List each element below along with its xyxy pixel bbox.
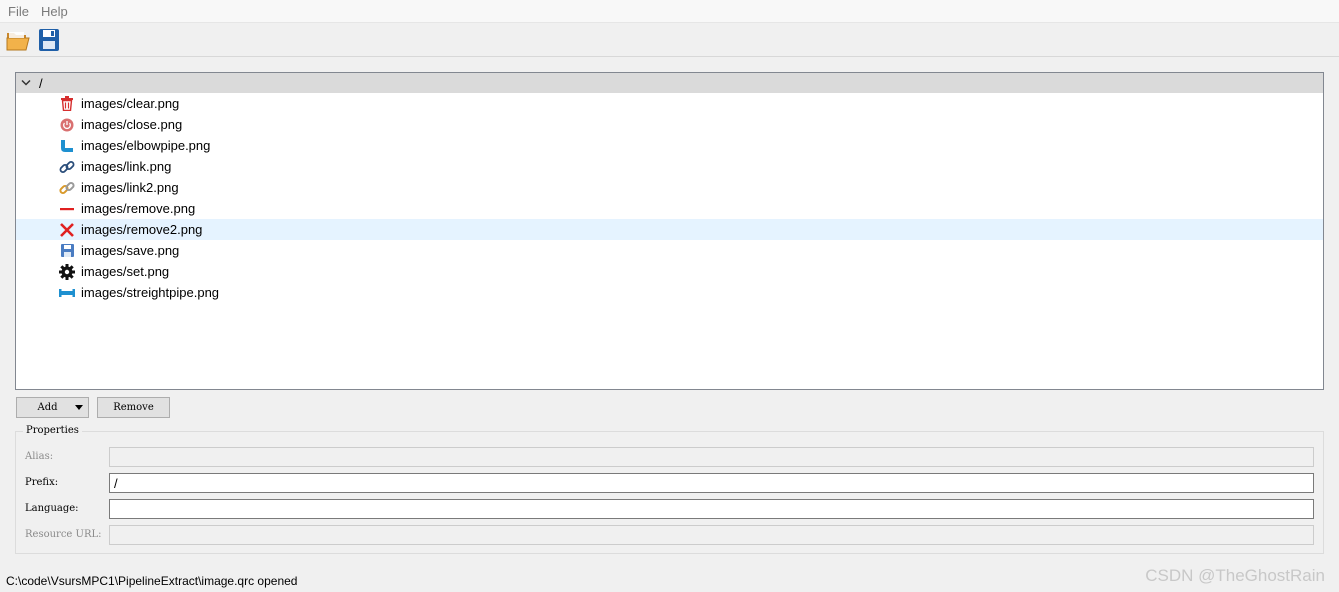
properties-title: Properties	[23, 425, 82, 436]
add-button[interactable]: Add	[16, 397, 89, 418]
remove-button-label: Remove	[113, 402, 154, 413]
watermark: CSDN @TheGhostRain	[1145, 566, 1325, 585]
tree-item-clear[interactable]: images/clear.png	[16, 93, 1323, 114]
open-folder-icon	[6, 32, 30, 51]
trash-icon	[59, 96, 75, 112]
resource-url-field	[109, 525, 1314, 545]
tree-item-label: images/close.png	[81, 117, 183, 132]
link2-icon	[59, 180, 75, 196]
open-button[interactable]	[4, 26, 32, 54]
tree-root[interactable]: /	[16, 73, 1323, 93]
minus-icon	[59, 201, 75, 217]
tree-item-streightpipe[interactable]: images/streightpipe.png	[16, 282, 1323, 303]
language-row: Language:	[16, 499, 1323, 521]
resource-tree[interactable]: / images/clear.png images/close.png imag…	[15, 72, 1324, 390]
elbow-pipe-icon	[59, 138, 75, 154]
tree-item-label: images/remove.png	[81, 201, 196, 216]
gear-icon	[59, 263, 75, 280]
tree-item-link[interactable]: images/link.png	[16, 156, 1323, 177]
dropdown-arrow-icon[interactable]	[75, 405, 83, 410]
tree-item-label: images/clear.png	[81, 96, 180, 111]
status-text: C:\code\VsursMPC1\PipelineExtract\image.…	[6, 574, 298, 588]
prefix-label: Prefix:	[25, 477, 59, 488]
chevron-down-icon[interactable]	[16, 73, 36, 93]
tree-item-label: images/save.png	[81, 243, 180, 258]
prefix-field[interactable]: /	[109, 473, 1314, 493]
toolbar	[0, 24, 1339, 57]
tree-item-label: images/link.png	[81, 159, 172, 174]
tree-item-label: images/link2.png	[81, 180, 179, 195]
menu-file[interactable]: File	[4, 4, 37, 19]
alias-field	[109, 447, 1314, 467]
tree-item-save[interactable]: images/save.png	[16, 240, 1323, 261]
prefix-row: Prefix: /	[16, 473, 1323, 495]
tree-item-label: images/elbowpipe.png	[81, 138, 211, 153]
language-label: Language:	[25, 503, 79, 514]
save-icon	[39, 29, 59, 51]
tree-item-link2[interactable]: images/link2.png	[16, 177, 1323, 198]
resource-url-row: Resource URL:	[16, 525, 1323, 547]
save-button[interactable]	[35, 26, 63, 54]
tree-item-label: images/set.png	[81, 264, 170, 279]
tree-item-elbowpipe[interactable]: images/elbowpipe.png	[16, 135, 1323, 156]
straight-pipe-icon	[59, 285, 75, 301]
resource-url-label: Resource URL:	[25, 529, 102, 540]
save-icon	[59, 243, 75, 259]
alias-label: Alias:	[25, 451, 54, 462]
tree-item-close[interactable]: images/close.png	[16, 114, 1323, 135]
tree-item-remove2[interactable]: images/remove2.png	[16, 219, 1323, 240]
power-icon	[59, 117, 75, 133]
menubar: File Help	[0, 0, 1339, 23]
x-icon	[59, 222, 75, 238]
tree-item-label: images/streightpipe.png	[81, 285, 220, 300]
menu-help[interactable]: Help	[37, 4, 76, 19]
add-button-label: Add	[37, 402, 58, 413]
tree-item-label: images/remove2.png	[81, 222, 203, 237]
link-icon	[59, 159, 75, 175]
tree-item-remove[interactable]: images/remove.png	[16, 198, 1323, 219]
remove-button[interactable]: Remove	[97, 397, 170, 418]
tree-item-set[interactable]: images/set.png	[16, 261, 1323, 282]
language-field[interactable]	[109, 499, 1314, 519]
alias-row: Alias:	[16, 447, 1323, 469]
tree-root-label: /	[39, 75, 43, 91]
properties-group: Properties Alias: Prefix: / Language: Re…	[15, 425, 1324, 554]
